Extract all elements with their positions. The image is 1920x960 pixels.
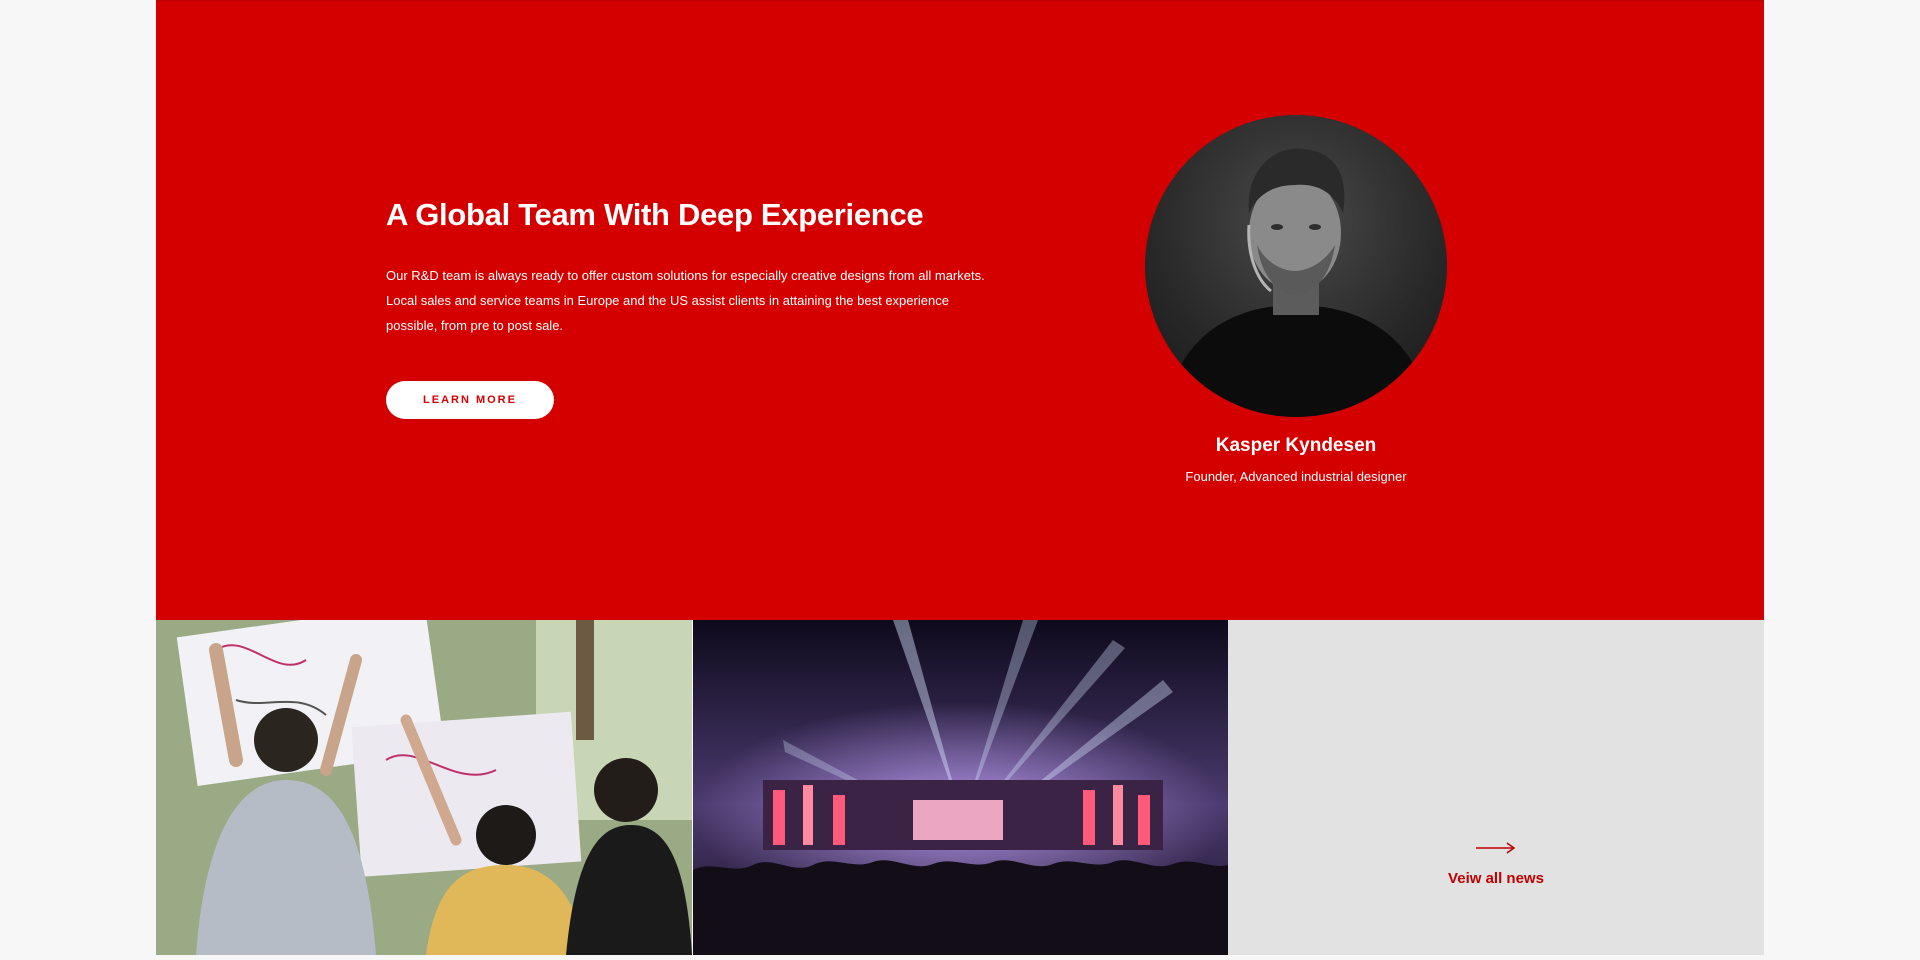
founder-portrait [1145,115,1447,417]
concert-photo [693,620,1228,955]
concert-image [693,620,1228,955]
hero-description: Our R&D team is always ready to offer cu… [386,268,985,333]
view-all-news-link[interactable]: Veiw all news [1228,870,1764,887]
team-workshop-photo [156,620,692,955]
workshop-image [156,620,692,955]
page-frame: A Global Team With Deep Experience Our R… [156,0,1764,955]
portrait-image [1165,148,1430,417]
founder-name: Kasper Kyndesen [1215,435,1377,456]
hero-title: A Global Team With Deep Experience [386,197,924,232]
arrow-right-icon [1476,842,1516,854]
team-hero-section: A Global Team With Deep Experience Our R… [156,0,1764,620]
founder-role: Founder, Advanced industrial designer [1185,469,1407,484]
learn-more-button[interactable]: LEARN MORE [386,381,554,419]
view-all-news-panel[interactable]: Veiw all news [1228,620,1764,955]
